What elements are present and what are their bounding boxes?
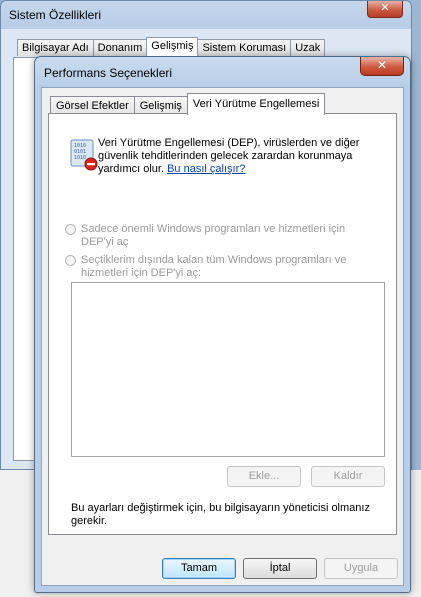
tab-visual-effects[interactable]: Görsel Efektler — [50, 96, 135, 114]
tab-dep[interactable]: Veri Yürütme Engellemesi — [186, 93, 326, 115]
dialog-close-button[interactable]: ✕ — [360, 57, 404, 76]
tab-advanced-perf[interactable]: Gelişmiş — [133, 96, 188, 114]
radio-essential-label: Sadece önemli Windows programları ve hiz… — [81, 223, 346, 248]
dialog-title: Performans Seçenekleri — [44, 66, 173, 80]
system-properties-close-button[interactable]: ✕ — [367, 1, 403, 18]
tab-remote[interactable]: Uzak — [290, 39, 326, 56]
apply-button[interactable]: Uygula — [324, 558, 398, 579]
radio-all-except-circle[interactable] — [65, 255, 76, 266]
admin-required-note: Bu ayarları değiştirmek için, bu bilgisa… — [71, 502, 370, 527]
how-does-it-work-link[interactable]: Bu nasıl çalışır? — [167, 163, 245, 175]
cancel-button[interactable]: İptal — [243, 558, 317, 579]
dialog-body: Görsel Efektler Gelişmiş Veri Yürütme En… — [41, 87, 404, 586]
performance-options-dialog: Performans Seçenekleri ✕ Görsel Efektler… — [34, 56, 411, 593]
radio-essential-only[interactable]: Sadece önemli Windows programları ve hiz… — [65, 223, 371, 249]
system-properties-tabs: Bilgisayar Adı Donanım Gelişmiş Sistem K… — [17, 37, 326, 57]
tab-hardware[interactable]: Donanım — [92, 39, 148, 56]
excluded-programs-list[interactable] — [71, 282, 385, 457]
tab-system-protection[interactable]: Sistem Koruması — [197, 39, 292, 56]
radio-essential-circle[interactable] — [65, 224, 76, 235]
dep-panel: 1010 0101 1010 Veri Yürütme Engellemesi … — [48, 113, 397, 535]
ok-button[interactable]: Tamam — [162, 558, 236, 579]
tab-advanced[interactable]: Gelişmiş — [146, 37, 199, 56]
system-properties-title: Sistem Özellikleri — [9, 8, 102, 22]
radio-all-except-label: Seçtiklerim dışında kalan tüm Windows pr… — [81, 254, 347, 279]
radio-all-except[interactable]: Seçtiklerim dışında kalan tüm Windows pr… — [65, 254, 371, 280]
add-button[interactable]: Ekle... — [227, 466, 301, 487]
remove-button[interactable]: Kaldır — [311, 466, 385, 487]
dialog-tabs: Görsel Efektler Gelişmiş Veri Yürütme En… — [50, 93, 326, 115]
tab-computer-name[interactable]: Bilgisayar Adı — [17, 39, 94, 56]
svg-text:1010: 1010 — [74, 155, 86, 161]
dep-shield-binary-icon: 1010 0101 1010 — [70, 139, 98, 171]
dep-description: Veri Yürütme Engellemesi (DEP), virüsler… — [98, 137, 383, 176]
